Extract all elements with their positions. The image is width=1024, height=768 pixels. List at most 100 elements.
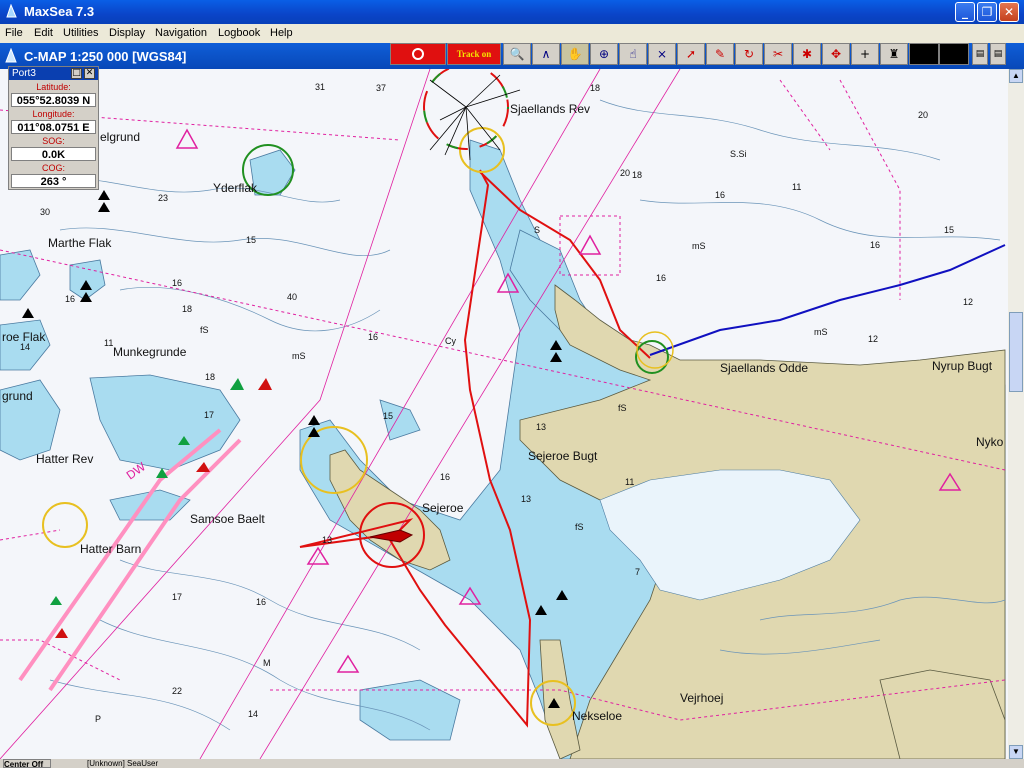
menu-edit[interactable]: Edit	[34, 27, 53, 39]
svg-text:12: 12	[963, 297, 973, 307]
svg-text:30: 30	[40, 207, 50, 217]
label-hatter-barn: Hatter Barn	[80, 542, 141, 556]
window-tile-icon[interactable]: ▤	[972, 43, 988, 65]
label-sjaellands-rev: Sjaellands Rev	[510, 102, 590, 116]
label-nekseloe: Nekseloe	[572, 709, 622, 723]
svg-text:17: 17	[204, 410, 214, 420]
svg-text:mS: mS	[692, 241, 706, 251]
svg-text:15: 15	[246, 235, 256, 245]
svg-text:mS: mS	[814, 327, 828, 337]
measure-icon[interactable]: ⨯	[648, 43, 676, 65]
svg-text:fS: fS	[618, 403, 627, 413]
svg-text:11: 11	[625, 477, 634, 487]
panel-maximize-button[interactable]: □	[71, 68, 82, 79]
zoom-icon[interactable]: 🔍	[503, 43, 531, 65]
record-icon	[412, 48, 424, 60]
svg-text:37: 37	[376, 83, 386, 93]
position-panel[interactable]: Port3 □ ✕ Latitude: 055°52.8039 N Longit…	[8, 66, 99, 190]
window-title: MaxSea 7.3	[24, 4, 95, 19]
cardinal-marks	[22, 190, 568, 708]
center-off-button[interactable]: Center Off	[3, 759, 51, 768]
svg-text:40: 40	[287, 292, 297, 302]
vertical-scrollbar[interactable]: ▲ ▼	[1008, 69, 1024, 759]
svg-text:fS: fS	[200, 325, 209, 335]
cross-icon[interactable]: +	[851, 43, 879, 65]
label-nyko: Nyko	[976, 435, 1004, 449]
svg-text:15: 15	[383, 411, 393, 421]
svg-text:M: M	[263, 658, 271, 668]
scroll-thumb[interactable]	[1009, 312, 1023, 392]
label-sejeroe: Sejeroe	[422, 501, 464, 515]
svg-text:Cy: Cy	[445, 336, 456, 346]
pan-hand-icon[interactable]: ✋	[561, 43, 589, 65]
svg-text:22: 22	[172, 686, 182, 696]
svg-text:16: 16	[715, 190, 725, 200]
cmap-icon	[5, 48, 17, 63]
move-icon[interactable]: ✥	[822, 43, 850, 65]
svg-text:16: 16	[368, 332, 378, 342]
window-list-icon[interactable]: ▤	[990, 43, 1006, 65]
svg-text:13: 13	[536, 422, 546, 432]
svg-text:17: 17	[172, 592, 182, 602]
latitude-value: 055°52.8039 N	[11, 93, 96, 107]
svg-text:16: 16	[65, 294, 75, 304]
pencil-icon[interactable]: ✎	[706, 43, 734, 65]
svg-text:16: 16	[256, 597, 266, 607]
hand-pointer-icon[interactable]: ☝	[619, 43, 647, 65]
svg-text:mS: mS	[292, 351, 306, 361]
cog-value: 263 °	[11, 174, 96, 188]
menu-help[interactable]: Help	[270, 27, 293, 39]
track-on-button[interactable]: Track on	[447, 43, 501, 65]
svg-text:11: 11	[792, 182, 801, 192]
svg-text:16: 16	[172, 278, 182, 288]
nautical-chart[interactable]: Sjaellands Rev elgrund Yderflak Marthe F…	[0, 69, 1024, 759]
menu-file[interactable]: File	[5, 27, 23, 39]
scissors-icon[interactable]: ✂	[764, 43, 792, 65]
label-hatter-rev: Hatter Rev	[36, 452, 93, 466]
route-icon[interactable]: ↻	[735, 43, 763, 65]
menu-display[interactable]: Display	[109, 27, 145, 39]
select-arrow-icon[interactable]: ➚	[677, 43, 705, 65]
label-sejeroe-bugt: Sejeroe Bugt	[528, 449, 598, 463]
label-nyrup-bugt: Nyrup Bugt	[932, 359, 993, 373]
minimize-button[interactable]: _	[955, 2, 975, 22]
black-swatch[interactable]	[909, 43, 939, 65]
window-title-bar: MaxSea 7.3 _ ❐ ✕	[0, 0, 1024, 24]
chart-canvas[interactable]: Sjaellands Rev elgrund Yderflak Marthe F…	[0, 69, 1024, 759]
menu-logbook[interactable]: Logbook	[218, 27, 260, 39]
longitude-value: 011°08.0751 E	[11, 120, 96, 134]
latitude-label: Latitude:	[36, 82, 71, 92]
label-marthe-flak: Marthe Flak	[48, 236, 112, 250]
menu-utilities[interactable]: Utilities	[63, 27, 98, 39]
svg-text:13: 13	[521, 494, 531, 504]
label-yderflak: Yderflak	[213, 181, 258, 195]
chart-title: C-MAP 1:250 000 [WGS84]	[24, 49, 187, 64]
svg-text:fS: fS	[575, 522, 584, 532]
label-samsoe-baelt: Samsoe Baelt	[190, 512, 265, 526]
svg-text:23: 23	[158, 193, 168, 203]
insert-point-icon[interactable]: ✱	[793, 43, 821, 65]
svg-text:16: 16	[656, 273, 666, 283]
maxsea-app-icon	[6, 4, 17, 18]
svg-text:12: 12	[868, 334, 878, 344]
svg-text:18: 18	[205, 372, 215, 382]
menu-bar: File Edit Utilities Display Navigation L…	[0, 24, 1024, 43]
svg-text:S: S	[534, 225, 540, 235]
sog-value: 0.0K	[11, 147, 96, 161]
lighthouse-icon[interactable]: ♜	[880, 43, 908, 65]
record-button[interactable]	[390, 43, 446, 65]
label-munkegrunde: Munkegrunde	[113, 345, 187, 359]
label-sjaellands-odde: Sjaellands Odde	[720, 361, 808, 375]
scroll-up-arrow-icon[interactable]: ▲	[1009, 69, 1023, 83]
svg-text:P: P	[95, 714, 101, 724]
close-button[interactable]: ✕	[999, 2, 1019, 22]
svg-text:20: 20	[918, 110, 928, 120]
compass-icon[interactable]: ∧	[532, 43, 560, 65]
maximize-button[interactable]: ❐	[977, 2, 997, 22]
crosshair-icon[interactable]: ⊕	[590, 43, 618, 65]
black-swatch-2[interactable]	[939, 43, 969, 65]
scroll-down-arrow-icon[interactable]: ▼	[1009, 745, 1023, 759]
panel-close-button[interactable]: ✕	[84, 68, 95, 79]
svg-text:13: 13	[322, 535, 332, 545]
menu-navigation[interactable]: Navigation	[155, 27, 207, 39]
